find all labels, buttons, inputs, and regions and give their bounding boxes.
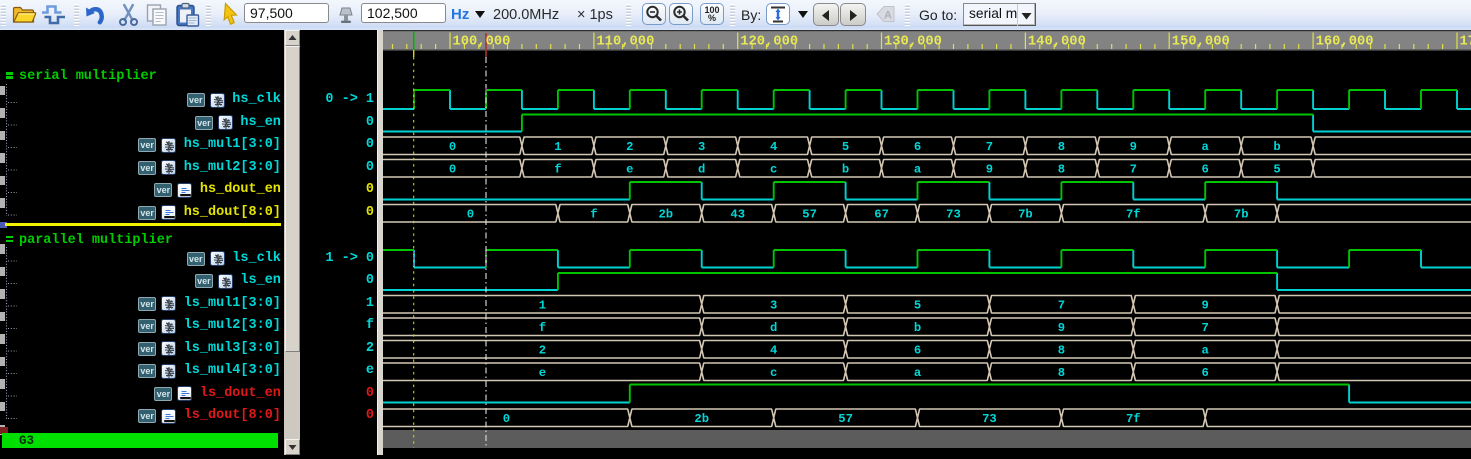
svg-text:7: 7 [1058, 298, 1065, 312]
svg-text:130,000: 130,000 [884, 35, 942, 50]
svg-text:110,000: 110,000 [596, 35, 654, 50]
svg-text:a: a [1202, 140, 1210, 154]
svg-text:100,000: 100,000 [453, 35, 511, 50]
svg-text:9: 9 [1058, 321, 1065, 335]
svg-text:3: 3 [770, 298, 777, 312]
svg-text:67: 67 [874, 207, 889, 221]
svg-text:a: a [1202, 343, 1210, 357]
svg-text:6: 6 [914, 343, 921, 357]
svg-text:43: 43 [730, 207, 745, 221]
svg-text:8: 8 [1058, 162, 1065, 176]
svg-text:160,000: 160,000 [1316, 35, 1374, 50]
svg-text:7b: 7b [1018, 207, 1033, 221]
svg-text:c: c [770, 366, 777, 380]
svg-text:7: 7 [1130, 162, 1137, 176]
svg-text:d: d [770, 321, 777, 335]
svg-text:b: b [1273, 140, 1280, 154]
svg-text:120,000: 120,000 [740, 35, 798, 50]
svg-text:6: 6 [1202, 366, 1209, 380]
svg-text:8: 8 [1058, 366, 1065, 380]
svg-text:8: 8 [1058, 343, 1065, 357]
svg-text:c: c [770, 162, 777, 176]
svg-text:6: 6 [914, 140, 921, 154]
svg-text:2: 2 [626, 140, 633, 154]
svg-text:9: 9 [986, 162, 993, 176]
svg-text:7f: 7f [1126, 412, 1141, 426]
svg-text:57: 57 [838, 412, 853, 426]
svg-text:0: 0 [449, 140, 456, 154]
svg-text:170,000: 170,000 [1460, 35, 1471, 50]
svg-text:73: 73 [946, 207, 961, 221]
svg-text:A: A [884, 10, 892, 22]
svg-text:5: 5 [842, 140, 849, 154]
svg-text:8: 8 [1058, 140, 1065, 154]
svg-text:2: 2 [539, 343, 546, 357]
svg-text:2b: 2b [694, 412, 709, 426]
svg-text:57: 57 [802, 207, 817, 221]
svg-text:73: 73 [982, 412, 997, 426]
svg-text:a: a [914, 162, 922, 176]
svg-text:d: d [698, 162, 705, 176]
svg-text:9: 9 [1130, 140, 1137, 154]
svg-text:a: a [914, 366, 922, 380]
svg-text:3: 3 [698, 140, 705, 154]
svg-text:1: 1 [539, 298, 546, 312]
svg-text:f: f [539, 321, 546, 335]
svg-text:9: 9 [1202, 298, 1209, 312]
svg-text:f: f [590, 207, 597, 221]
svg-text:7b: 7b [1234, 207, 1249, 221]
svg-text:150,000: 150,000 [1172, 35, 1230, 50]
svg-text:4: 4 [770, 140, 777, 154]
svg-text:0: 0 [449, 162, 456, 176]
svg-text:e: e [626, 162, 633, 176]
svg-text:b: b [914, 321, 921, 335]
svg-text:7: 7 [1202, 321, 1209, 335]
svg-text:4: 4 [770, 343, 777, 357]
svg-text:0: 0 [467, 207, 474, 221]
svg-text:7: 7 [986, 140, 993, 154]
svg-text:5: 5 [914, 298, 921, 312]
svg-text:f: f [554, 162, 561, 176]
svg-text:e: e [539, 366, 546, 380]
svg-text:7f: 7f [1126, 207, 1141, 221]
svg-text:2b: 2b [658, 207, 673, 221]
svg-text:140,000: 140,000 [1028, 35, 1086, 50]
svg-text:0: 0 [503, 412, 510, 426]
svg-text:5: 5 [1273, 162, 1280, 176]
svg-text:b: b [842, 162, 849, 176]
svg-text:1: 1 [554, 140, 561, 154]
svg-text:6: 6 [1202, 162, 1209, 176]
